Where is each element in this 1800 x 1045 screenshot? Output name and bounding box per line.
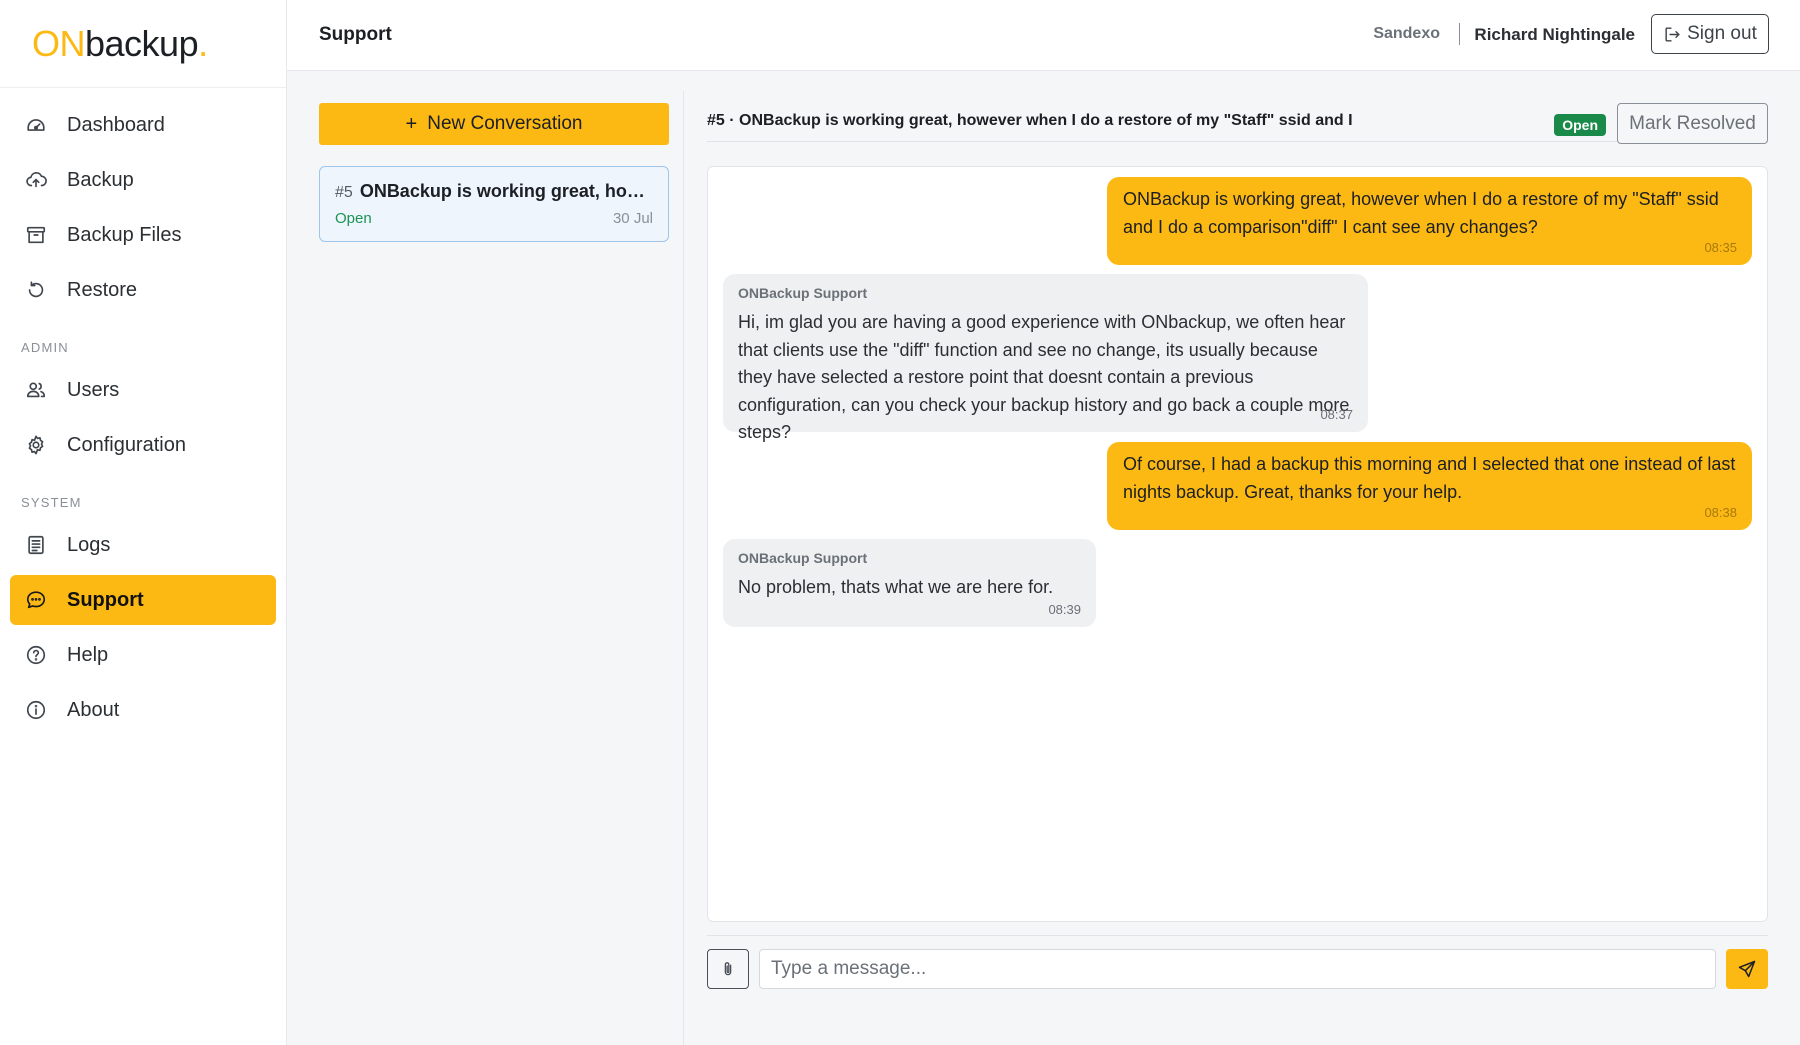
sidebar-item-label: Backup Files (67, 223, 182, 246)
sidebar-item-dashboard[interactable]: Dashboard (10, 100, 276, 150)
message-time: 08:37 (1320, 407, 1353, 422)
mark-resolved-button[interactable]: Mark Resolved (1617, 103, 1768, 144)
cloud-upload-icon (25, 169, 47, 191)
status-badge: Open (1554, 114, 1606, 136)
chat-icon (25, 589, 47, 611)
message-outgoing: Of course, I had a backup this morning a… (1107, 442, 1752, 530)
panel-divider (683, 91, 684, 1045)
message-text: Of course, I had a backup this morning a… (1123, 454, 1736, 502)
message-time: 08:38 (1704, 505, 1737, 520)
logo-backup: backup (85, 22, 199, 64)
admin-section-label: ADMIN (21, 340, 69, 355)
sidebar-item-label: Backup (67, 168, 134, 191)
message-sender: ONBackup Support (738, 550, 868, 566)
paperclip-icon (724, 962, 732, 976)
gear-icon (25, 434, 47, 456)
message-text: No problem, thats what we are here for. (738, 577, 1054, 597)
conversation-status: Open (335, 210, 372, 227)
main-content: + New Conversation #5 ONBackup is workin… (287, 71, 1800, 1045)
sidebar-item-label: Users (67, 378, 120, 401)
sidebar: ON backup. Dashboard Backup Backup Files … (0, 0, 287, 1045)
sidebar-item-label: Help (67, 643, 109, 666)
sign-out-label: Sign out (1687, 23, 1757, 44)
message-time: 08:39 (1048, 602, 1081, 617)
message-list[interactable]: ONBackup is working great, however when … (707, 166, 1768, 922)
user-name: Richard Nightingale (1474, 25, 1635, 44)
sidebar-item-support[interactable]: Support (10, 575, 276, 625)
logo-dot: . (198, 22, 208, 64)
conversation-title-text: ONBackup is working great, how... (359, 181, 653, 201)
sidebar-item-label: Restore (67, 278, 138, 301)
top-header: Support Sandexo Richard Nightingale Sign… (287, 0, 1800, 71)
sidebar-item-help[interactable]: Help (10, 630, 276, 680)
conversation-list: + New Conversation #5 ONBackup is workin… (319, 103, 669, 242)
sidebar-nav: Dashboard Backup Backup Files Restore AD… (0, 88, 286, 735)
message-time: 08:35 (1704, 240, 1737, 255)
sidebar-item-backup[interactable]: Backup (10, 155, 276, 205)
sidebar-item-users[interactable]: Users (10, 365, 276, 415)
message-text: ONBackup is working great, however when … (1123, 189, 1719, 237)
conversation-item[interactable]: #5 ONBackup is working great, how... Ope… (319, 166, 669, 242)
sidebar-item-about[interactable]: About (10, 685, 276, 735)
message-text: Hi, im glad you are having a good experi… (738, 312, 1350, 442)
attach-button[interactable] (707, 949, 749, 989)
message-incoming: ONBackup Support No problem, thats what … (723, 539, 1096, 627)
send-icon (1738, 960, 1756, 978)
logo-on: ON (32, 22, 86, 64)
sidebar-item-backup-files[interactable]: Backup Files (10, 210, 276, 260)
header-divider (1459, 23, 1460, 45)
conversation-title: #5 ONBackup is working great, how... (335, 181, 653, 202)
message-incoming: ONBackup Support Hi, im glad you are hav… (723, 274, 1368, 442)
conversation-date: 30 Jul (612, 210, 653, 227)
conversation-thread: #5 · ONBackup is working great, however … (707, 71, 1768, 1045)
new-conversation-label: New Conversation (427, 113, 583, 134)
rotate-ccw-icon (25, 279, 47, 301)
thread-title: #5 · ONBackup is working great, however … (707, 112, 1353, 129)
sidebar-item-restore[interactable]: Restore (10, 265, 276, 315)
sidebar-item-label: About (67, 698, 120, 721)
info-icon (25, 699, 47, 721)
message-composer (707, 935, 1768, 1003)
archive-icon (25, 224, 47, 246)
sidebar-item-label: Dashboard (67, 113, 165, 136)
plus-icon: + (405, 112, 418, 135)
new-conversation-button[interactable]: + New Conversation (319, 103, 669, 145)
sidebar-item-logs[interactable]: Logs (10, 520, 276, 570)
sidebar-item-configuration[interactable]: Configuration (10, 420, 276, 470)
send-button[interactable] (1726, 949, 1768, 989)
system-section-label: SYSTEM (21, 495, 82, 510)
sidebar-item-label: Support (67, 588, 144, 611)
users-icon (25, 379, 47, 401)
gauge-icon (25, 114, 47, 136)
conversation-number: #5 (335, 184, 353, 201)
sidebar-item-label: Logs (67, 533, 111, 556)
message-sender: ONBackup Support (738, 285, 868, 301)
thread-header: #5 · ONBackup is working great, however … (707, 89, 1768, 144)
organization-name: Sandexo (1373, 25, 1440, 42)
sign-out-icon (1665, 26, 1680, 42)
page-title: Support (319, 24, 392, 45)
log-icon (25, 534, 47, 556)
message-input[interactable] (759, 949, 1716, 989)
logo[interactable]: ON backup. (0, 0, 286, 88)
sign-out-button[interactable]: Sign out (1651, 14, 1769, 54)
sidebar-item-label: Configuration (67, 433, 186, 456)
help-icon (25, 644, 47, 666)
message-outgoing: ONBackup is working great, however when … (1107, 177, 1752, 265)
